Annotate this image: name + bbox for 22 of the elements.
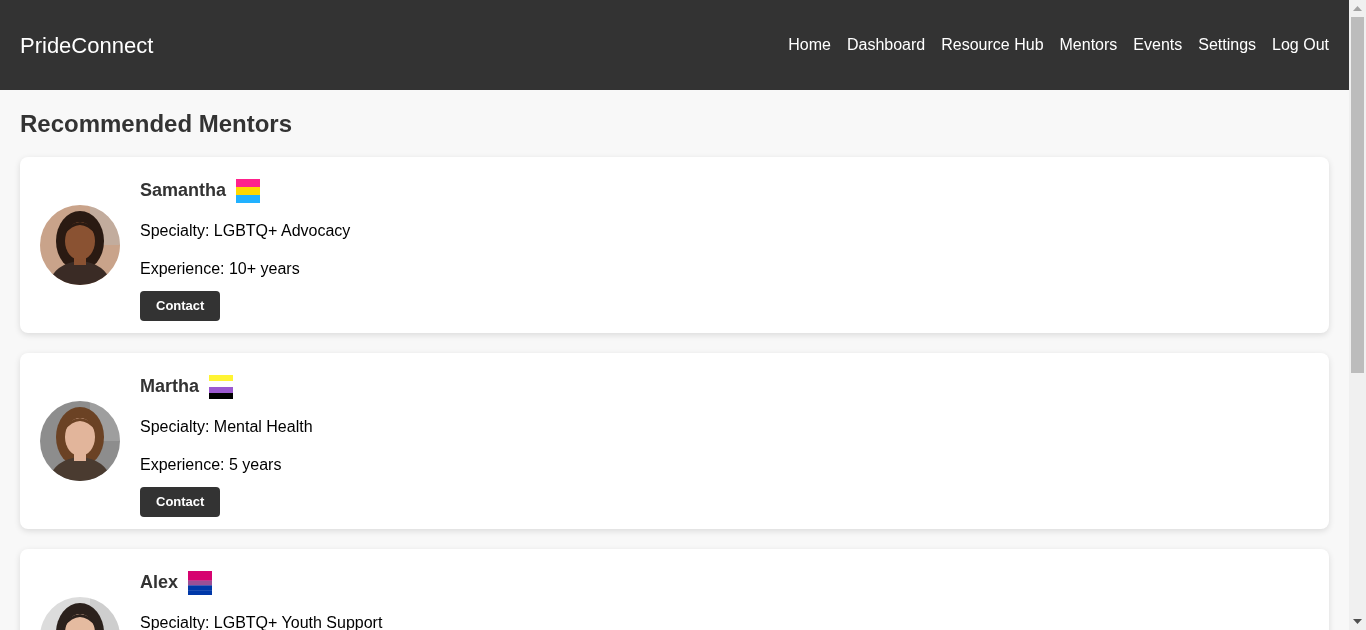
experience-text: Experience: 5 years xyxy=(140,455,283,475)
scroll-thumb[interactable] xyxy=(1351,17,1364,373)
contact-button[interactable]: Contact xyxy=(140,487,221,517)
mentor-name: Martha xyxy=(140,375,199,398)
experience-text: Experience: 10+ years xyxy=(140,259,301,279)
mentor-name: Samantha xyxy=(140,179,227,202)
section-title: Recommended Mentors xyxy=(20,110,294,138)
nav-link[interactable]: Dashboard xyxy=(846,33,926,57)
specialty-text: Specialty: LGBTQ+ Advocacy xyxy=(140,221,351,241)
scroll-up-icon[interactable] xyxy=(1353,6,1362,11)
scrollbar[interactable] xyxy=(1349,0,1366,630)
scroll-down-icon[interactable] xyxy=(1353,619,1362,624)
mentor-name: Alex xyxy=(140,571,179,594)
nav-link[interactable]: Events xyxy=(1133,33,1183,57)
specialty-text: Specialty: Mental Health xyxy=(140,417,313,437)
nav-link[interactable]: Home xyxy=(788,33,831,57)
contact-button[interactable]: Contact xyxy=(140,291,221,321)
nav-link[interactable]: Resource Hub xyxy=(941,33,1044,57)
nav-link[interactable]: Settings xyxy=(1198,33,1257,57)
brand-title: PrideConnect xyxy=(20,31,154,60)
nav-link[interactable]: Log Out xyxy=(1272,33,1329,57)
nav-link[interactable]: Mentors xyxy=(1059,33,1118,57)
